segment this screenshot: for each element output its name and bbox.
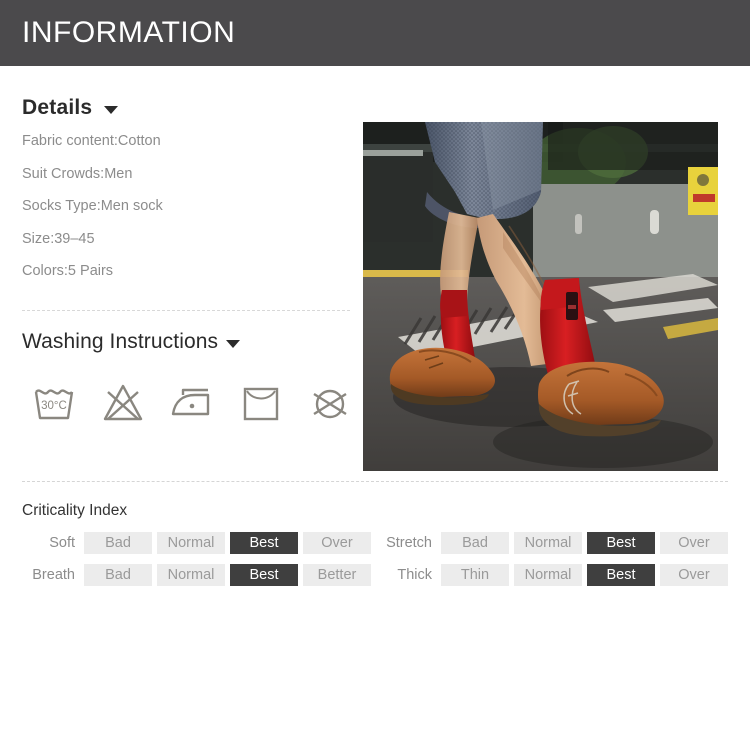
criticality-row-stretch: Stretch Bad Normal Best Over: [380, 532, 728, 554]
information-header-bar: INFORMATION: [0, 0, 750, 66]
criticality-options-breath: Bad Normal Best Better: [84, 564, 371, 586]
chevron-down-icon[interactable]: [226, 339, 241, 348]
criticality-divider: [22, 481, 728, 482]
criticality-index-title: Criticality Index: [22, 502, 128, 519]
criticality-label-thick: Thick: [397, 567, 432, 583]
criticality-option[interactable]: Over: [303, 532, 371, 554]
details-header[interactable]: Details: [22, 96, 352, 120]
details-spec-list: Fabric content:Cotton Suit Crowds:Men So…: [22, 134, 352, 279]
criticality-option[interactable]: Bad: [84, 532, 152, 554]
criticality-row-breath: Breath Bad Normal Best Better: [22, 564, 380, 586]
care-symbols-row: 30°C: [30, 378, 354, 426]
criticality-option-selected[interactable]: Best: [587, 564, 655, 586]
chevron-down-icon[interactable]: [104, 105, 119, 114]
criticality-option[interactable]: Normal: [514, 564, 582, 586]
criticality-option[interactable]: Normal: [157, 532, 225, 554]
criticality-options-stretch: Bad Normal Best Over: [441, 532, 728, 554]
line-dry-icon: [243, 387, 279, 421]
criticality-options-soft: Bad Normal Best Over: [84, 532, 371, 554]
do-not-dry-clean-icon: [313, 389, 347, 419]
criticality-option[interactable]: Over: [660, 564, 728, 586]
criticality-option[interactable]: Bad: [84, 564, 152, 586]
spec-fabric-content: Fabric content:Cotton: [22, 133, 161, 149]
criticality-row-thick: Thick Thin Normal Best Over: [380, 564, 728, 586]
page-title: INFORMATION: [22, 16, 236, 49]
criticality-option[interactable]: Normal: [157, 564, 225, 586]
product-photo[interactable]: [363, 122, 718, 471]
iron-low-heat-icon: [171, 388, 210, 416]
criticality-label-stretch: Stretch: [386, 535, 432, 551]
details-divider: [22, 310, 350, 311]
spec-size: Size:39–45: [22, 230, 95, 247]
wash-temperature-label: 30°C: [41, 400, 67, 412]
criticality-label-breath: Breath: [32, 567, 75, 583]
criticality-option[interactable]: Over: [660, 532, 728, 554]
spec-socks-type: Socks Type:Men sock: [22, 198, 163, 214]
criticality-option[interactable]: Bad: [441, 532, 509, 554]
criticality-option-selected[interactable]: Best: [230, 564, 298, 586]
spec-colors: Colors:5 Pairs: [22, 263, 114, 279]
criticality-option[interactable]: Better: [303, 564, 371, 586]
spec-suit-crowds: Suit Crowds:Men: [22, 165, 133, 182]
wash-30c-icon: 30°C: [34, 389, 74, 420]
criticality-index-grid: Soft Bad Normal Best Over Stretch Bad No…: [22, 532, 728, 586]
criticality-option-selected[interactable]: Best: [587, 532, 655, 554]
do-not-bleach-icon: [103, 384, 143, 421]
product-photo-illustration: [363, 122, 718, 471]
criticality-option[interactable]: Thin: [441, 564, 509, 586]
details-section: Details Fabric content:Cotton Suit Crowd…: [22, 96, 352, 297]
washing-instructions-heading: Washing Instructions: [22, 330, 219, 353]
criticality-option-selected[interactable]: Best: [230, 532, 298, 554]
criticality-options-thick: Thin Normal Best Over: [441, 564, 728, 586]
criticality-label-soft: Soft: [49, 535, 75, 551]
criticality-row-soft: Soft Bad Normal Best Over: [22, 532, 380, 554]
criticality-option[interactable]: Normal: [514, 532, 582, 554]
washing-instructions-header[interactable]: Washing Instructions: [22, 330, 241, 354]
details-heading: Details: [22, 96, 93, 119]
